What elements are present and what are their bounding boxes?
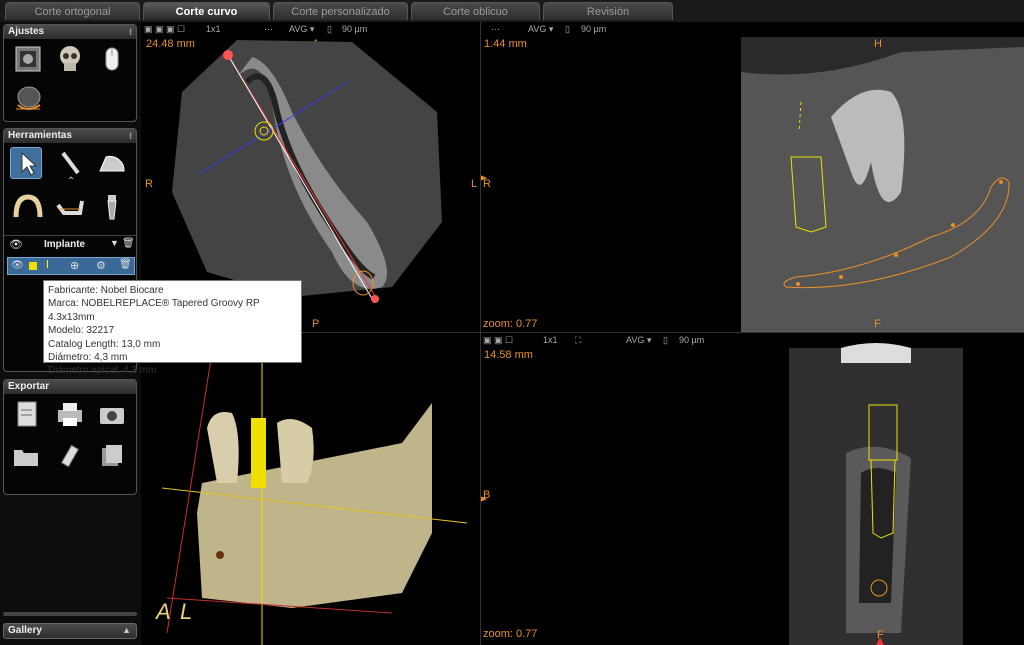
expand-icon[interactable]: ▲ [122,625,131,635]
zoom-readout: zoom: 0.77 [483,318,538,330]
pointer-tool-button[interactable] [10,147,42,179]
panoramic-image [481,37,1024,332]
herramientas-title: Herramientas [8,130,72,141]
color-swatch[interactable] [29,262,37,270]
orientation-l: L [180,599,193,624]
viewport-divider-vertical[interactable] [480,22,481,645]
visibility-icon[interactable]: 👁 [11,260,24,271]
implant-icon: ǀ [46,259,49,271]
volume-image [161,352,468,645]
exportar-header[interactable]: Exportar [4,380,136,394]
delete-icon[interactable]: 🗑 [119,259,132,270]
gallery-label: Gallery [8,625,42,636]
print-button[interactable] [54,398,86,430]
eye-icon[interactable]: 👁 [9,238,23,251]
view-tab-bar: Corte ortogonal Corte curvo Corte person… [0,0,1024,22]
volume-viewport[interactable]: A L [142,333,480,645]
tab-corte-ortogonal[interactable]: Corte ortogonal [5,2,140,20]
orient-label-top: H [874,38,882,50]
sidebar-scrollbar[interactable] [3,612,137,616]
tab-corte-curvo[interactable]: Corte curvo [143,2,270,20]
angle-tool-button[interactable] [96,147,128,179]
cross-image [481,343,963,645]
gallery-bar[interactable]: Gallery ▲ [3,623,137,639]
ajustes-title: Ajustes [8,26,45,37]
implante-dropdown-icon[interactable]: ▼ [110,238,119,248]
cross-section-viewport[interactable]: ▣ ▣ ☐ 1x1 ⛶ AVG ▾ ▯ 90 µm 14.58 mm B F z… [481,333,1024,645]
herramientas-header[interactable]: Herramientas ⁝ [4,129,136,143]
orient-label-left: R [483,178,491,190]
tooltip-line: Diámetro: 4,3 mm [48,352,128,364]
cephalometric-button[interactable] [12,83,44,115]
tooltip-line: Modelo: 32217 [48,325,115,337]
orient-label-bottom: F [874,318,881,330]
orientation-a: A [156,599,171,624]
tab-revision[interactable]: Revisión [543,2,673,20]
ruler-tool-button[interactable] [54,147,86,179]
report-button[interactable] [10,398,42,430]
ajustes-panel: Ajustes ⁝ [3,24,137,122]
implante-section: 👁 Implante ▼ 🗑 [4,235,136,254]
nerve-tool-button[interactable] [54,191,86,223]
panel-menu-icon[interactable]: ⁝ [129,25,132,39]
exportar-panel: Exportar [3,379,137,495]
tooltip-line: Catalog Length: 13,0 mm [48,338,161,350]
usb-export-button[interactable] [54,440,86,472]
implant-info-tooltip: Fabricante: Nobel Biocare Marca: NOBELRE… [43,280,302,376]
skull-render-button[interactable] [54,43,86,75]
implante-label: Implante [44,239,86,250]
panel-menu-icon[interactable]: ⁝ [129,129,132,143]
orient-label-left: B [483,489,491,501]
ajustes-header[interactable]: Ajustes ⁝ [4,25,136,39]
implant-list-item[interactable]: 👁 ǀ ⊕ ⚙ 🗑 [7,257,135,275]
brightness-contrast-button[interactable] [12,43,44,75]
implant-tool-button[interactable] [96,191,128,223]
crosshair-icon[interactable]: ⊕ [70,259,79,272]
settings-icon[interactable]: ⚙ [96,259,106,272]
screenshot-button[interactable] [96,398,128,430]
dicom-export-button[interactable] [96,440,128,472]
tooltip-line: Fabricante: Nobel Biocare [48,285,164,296]
trash-icon[interactable]: 🗑 [122,238,135,249]
arch-tool-button[interactable] [12,191,44,223]
tooltip-line: Diámetro apical: 4,3 mm [48,365,157,377]
export-folder-button[interactable] [10,440,42,472]
exportar-title: Exportar [8,381,50,392]
orient-label-bottom: F [877,629,884,641]
zoom-readout: zoom: 0.77 [483,628,538,640]
tab-corte-oblicuo[interactable]: Corte oblicuo [411,2,540,20]
tab-corte-personalizado[interactable]: Corte personalizado [273,2,408,20]
tooltip-line: Marca: NOBELREPLACE® Tapered Groovy RP 4… [48,298,260,323]
panoramic-viewport[interactable]: ⋯ AVG ▾ ▯ 90 µm 1.44 mm H R F zoom: 0.77 [481,22,1024,332]
mouse-mode-button[interactable] [96,43,128,75]
